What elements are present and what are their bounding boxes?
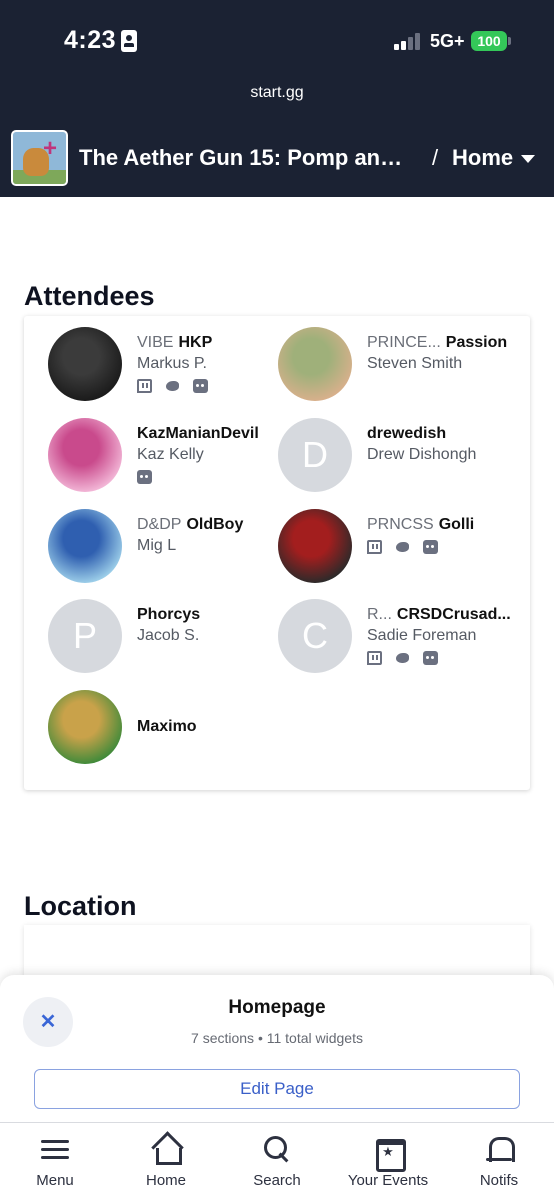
attendee-name[interactable]: R... CRSDCrusad... xyxy=(367,606,511,624)
status-time: 4:23 xyxy=(64,26,117,54)
sheet-title: Homepage xyxy=(228,997,326,1018)
gamertag[interactable]: Golli xyxy=(439,516,475,533)
edit-page-button[interactable]: Edit Page xyxy=(34,1069,520,1109)
tab-home[interactable]: Home xyxy=(111,1123,221,1200)
gamertag[interactable]: OldBoy xyxy=(186,516,243,533)
home-icon xyxy=(151,1135,182,1165)
attendee-name[interactable]: VIBE HKP xyxy=(137,334,212,352)
attendee-item[interactable]: D&DP OldBoy Mig L xyxy=(48,509,278,589)
twitch-icon[interactable] xyxy=(137,379,152,393)
twitter-icon[interactable] xyxy=(395,540,410,554)
attendees-card: VIBE HKP Markus P. PRINCE... Passion Steven S… xyxy=(24,316,530,790)
attendee-item[interactable]: PRNCSS Golli xyxy=(278,509,508,589)
attendee-name[interactable]: KazManianDevil xyxy=(137,425,259,443)
attendee-item[interactable]: Maximo xyxy=(48,690,278,770)
cellular-signal-icon xyxy=(394,32,422,50)
breadcrumb-separator: / xyxy=(432,145,439,170)
bell-icon xyxy=(484,1135,515,1165)
tab-label: Notifs xyxy=(479,1172,519,1189)
discord-icon[interactable] xyxy=(423,540,438,554)
gamertag[interactable]: drewedish xyxy=(367,425,446,442)
twitter-icon[interactable] xyxy=(395,651,410,665)
avatar[interactable] xyxy=(48,690,122,764)
gamertag[interactable]: CRSDCrusad... xyxy=(397,606,511,623)
tab-label: Search xyxy=(253,1172,301,1189)
tab-label: Your Events xyxy=(347,1172,429,1189)
attendee-name[interactable]: Maximo xyxy=(137,718,197,736)
real-name: Drew Dishongh xyxy=(367,446,477,463)
real-name: Steven Smith xyxy=(367,355,463,372)
avatar[interactable] xyxy=(48,509,122,583)
social-links xyxy=(137,470,165,486)
battery-indicator: 100 xyxy=(471,31,511,51)
avatar[interactable] xyxy=(48,327,122,401)
gamertag[interactable]: HKP xyxy=(178,334,212,351)
avatar[interactable] xyxy=(278,327,352,401)
avatar[interactable]: C xyxy=(278,599,352,673)
attendees-title: Attendees xyxy=(24,281,155,311)
real-name: Mig L xyxy=(137,537,177,554)
tab-search[interactable]: Search xyxy=(222,1123,332,1200)
top-bar: 4:23 5G+ 100 start.gg + The Aether Gun 1… xyxy=(0,0,554,197)
gamertag[interactable]: Phorcys xyxy=(137,606,200,623)
tab-your-events[interactable]: Your Events xyxy=(333,1123,443,1200)
attendee-item[interactable]: P Phorcys Jacob S. xyxy=(48,599,278,679)
tab-label: Home xyxy=(145,1172,186,1189)
sheet-subtitle: 7 sections • 11 total widgets xyxy=(191,1030,363,1046)
attendee-name[interactable]: Phorcys xyxy=(137,606,200,624)
contact-card-icon xyxy=(121,30,137,52)
tab-label: Menu xyxy=(36,1172,74,1189)
gamertag[interactable]: Maximo xyxy=(137,718,197,735)
chevron-down-icon[interactable] xyxy=(521,155,535,163)
attendee-item[interactable]: VIBE HKP Markus P. xyxy=(48,327,278,407)
page-selector[interactable]: Home xyxy=(452,145,513,171)
status-bar: 4:23 5G+ 100 xyxy=(0,0,554,80)
discord-icon[interactable] xyxy=(137,470,152,484)
social-links xyxy=(367,651,451,667)
location-title: Location xyxy=(24,891,137,921)
twitch-icon[interactable] xyxy=(367,540,382,554)
gamertag[interactable]: Passion xyxy=(446,334,507,351)
sponsor-prefix: PRNCSS xyxy=(367,516,434,533)
homepage-sheet: ✕ Homepage 7 sections • 11 total widgets… xyxy=(0,975,554,1125)
event-title[interactable]: The Aether Gun 15: Pomp and ... xyxy=(79,145,413,171)
attendee-name[interactable]: D&DP OldBoy xyxy=(137,516,243,534)
twitter-icon[interactable] xyxy=(165,379,180,393)
attendee-item[interactable]: C R... CRSDCrusad... Sadie Foreman xyxy=(278,599,511,679)
attendee-name[interactable]: PRINCE... Passion xyxy=(367,334,507,352)
menu-icon xyxy=(40,1135,70,1165)
sponsor-prefix: D&DP xyxy=(137,516,182,533)
avatar[interactable] xyxy=(278,509,352,583)
attendee-item[interactable]: Ddrewedish Drew Dishongh xyxy=(278,418,508,498)
real-name: Markus P. xyxy=(137,355,207,372)
real-name: Sadie Foreman xyxy=(367,627,477,644)
calendar-icon xyxy=(373,1135,406,1172)
sponsor-prefix: R... xyxy=(367,606,392,623)
gamertag[interactable]: KazManianDevil xyxy=(137,425,259,442)
social-links xyxy=(367,540,451,556)
attendee-item[interactable]: KazManianDevil Kaz Kelly xyxy=(48,418,278,498)
twitch-icon[interactable] xyxy=(367,651,382,665)
discord-icon[interactable] xyxy=(423,651,438,665)
browser-url[interactable]: start.gg xyxy=(0,84,554,102)
real-name: Kaz Kelly xyxy=(137,446,204,463)
avatar[interactable]: P xyxy=(48,599,122,673)
avatar[interactable] xyxy=(48,418,122,492)
network-type: 5G+ xyxy=(430,31,465,51)
real-name: Jacob S. xyxy=(137,627,200,644)
bottom-tab-bar: Menu Home Search Your Events Notifs xyxy=(0,1122,554,1200)
discord-icon[interactable] xyxy=(193,379,208,393)
attendee-name[interactable]: PRNCSS Golli xyxy=(367,516,474,534)
attendee-name[interactable]: drewedish xyxy=(367,425,446,443)
tab-notifs[interactable]: Notifs xyxy=(444,1123,554,1200)
avatar[interactable]: D xyxy=(278,418,352,492)
tab-menu[interactable]: Menu xyxy=(0,1123,110,1200)
event-logo[interactable]: + xyxy=(11,130,68,186)
sponsor-prefix: PRINCE... xyxy=(367,334,441,351)
social-links xyxy=(137,379,221,395)
sponsor-prefix: VIBE xyxy=(137,334,174,351)
search-icon xyxy=(262,1135,292,1165)
attendee-item[interactable]: PRINCE... Passion Steven Smith xyxy=(278,327,508,407)
event-header: + The Aether Gun 15: Pomp and ... / Home xyxy=(0,118,554,197)
